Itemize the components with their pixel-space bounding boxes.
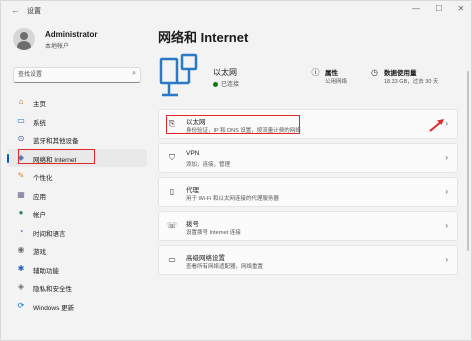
sidebar-item-system[interactable]: ▭ 系统 bbox=[7, 112, 147, 131]
highlight-box-network-nav bbox=[18, 149, 95, 164]
sidebar-item-personalization[interactable]: ✎ 个性化 bbox=[7, 167, 147, 186]
card-vpn[interactable]: ⛉ VPN 添加，连接，管理 › bbox=[158, 143, 458, 173]
chevron-right-icon: › bbox=[445, 153, 448, 162]
accounts-icon: ● bbox=[18, 208, 24, 217]
gaming-icon: ◉ bbox=[17, 245, 25, 254]
sidebar-item-gaming[interactable]: ◉ 游戏 bbox=[7, 241, 147, 260]
properties-title: 属性 bbox=[325, 70, 338, 77]
sidebar-item-apps[interactable]: ▦ 应用 bbox=[7, 186, 147, 205]
avatar-head-shape bbox=[20, 32, 28, 40]
connection-summary: 以太网 已连接 ⓘ 属性 公用网络 ◷ 数据使用量 18.33 GB，过去 30… bbox=[158, 53, 458, 101]
sidebar-item-time-language[interactable]: ◔ 时间和语言 bbox=[7, 223, 147, 242]
avatar-body-shape bbox=[17, 41, 31, 50]
sidebar-item-label: 辅助功能 bbox=[33, 267, 59, 275]
vpn-icon: ⛉ bbox=[169, 153, 175, 162]
card-title: 拨号 bbox=[186, 221, 199, 228]
card-title: 高级网络设置 bbox=[186, 255, 225, 262]
profile-name: Administrator bbox=[45, 30, 98, 39]
sidebar-item-accounts[interactable]: ● 帐户 bbox=[7, 204, 147, 223]
sidebar-item-label: Windows 更新 bbox=[33, 304, 75, 312]
window-title: 设置 bbox=[27, 8, 41, 15]
personalization-icon: ✎ bbox=[17, 171, 25, 180]
sidebar-item-label: 系统 bbox=[33, 119, 46, 127]
back-arrow-icon[interactable]: ← bbox=[11, 5, 20, 15]
windows-update-icon: ⟳ bbox=[17, 300, 25, 310]
settings-window: ← 设置 — ☐ ✕ Administrator 本地帐户 ⌕ ⌂ 主页 ▭ 系… bbox=[0, 0, 472, 341]
settings-cards: ⎘ 以太网 身份验证，IP 和 DNS 设置，按流量计费的网络 › ⛉ VPN … bbox=[158, 109, 458, 279]
active-indicator bbox=[7, 153, 9, 163]
connection-status: 已连接 bbox=[213, 79, 239, 88]
user-profile[interactable]: Administrator 本地帐户 bbox=[13, 27, 153, 51]
system-icon: ▭ bbox=[17, 115, 25, 125]
sidebar-item-label: 个性化 bbox=[33, 175, 53, 182]
close-button[interactable]: ✕ bbox=[451, 4, 471, 13]
page-title: 网络和 Internet bbox=[158, 30, 249, 45]
minimize-button[interactable]: — bbox=[406, 4, 426, 13]
privacy-icon: ◈ bbox=[17, 282, 25, 291]
sidebar-item-label: 时间和语言 bbox=[33, 230, 66, 238]
scrollbar[interactable] bbox=[467, 71, 469, 251]
avatar bbox=[13, 28, 35, 50]
sidebar-nav: ⌂ 主页 ▭ 系统 ⊙ 蓝牙和其他设备 ◆ 网络和 Internet ✎ 个性化… bbox=[1, 93, 153, 315]
ethernet-large-icon bbox=[159, 53, 198, 97]
connection-status-text: 已连接 bbox=[221, 82, 240, 88]
card-title: VPN bbox=[186, 150, 200, 157]
connected-status-dot bbox=[213, 82, 218, 87]
red-pointer-arrow-icon bbox=[429, 119, 444, 132]
accessibility-icon: ✱ bbox=[17, 263, 25, 273]
data-usage-icon: ◷ bbox=[371, 68, 378, 77]
sidebar-item-privacy[interactable]: ◈ 隐私和安全性 bbox=[7, 278, 147, 297]
chevron-right-icon: › bbox=[445, 187, 448, 196]
chevron-right-icon: › bbox=[445, 119, 448, 128]
home-icon: ⌂ bbox=[18, 97, 24, 106]
card-dialup[interactable]: ☏ 拨号 设置拨号 Internet 连接 › bbox=[158, 211, 458, 241]
chevron-right-icon: › bbox=[445, 255, 448, 264]
card-subtitle: 设置拨号 Internet 连接 bbox=[186, 230, 241, 236]
card-advanced-network[interactable]: ▭ 高级网络设置 查看所有网络适配器，网络重置 › bbox=[158, 245, 458, 275]
card-proxy[interactable]: ▯ 代理 用于 Wi-Fi 和以太网连接的代理服务器 › bbox=[158, 177, 458, 207]
sidebar-item-accessibility[interactable]: ✱ 辅助功能 bbox=[7, 260, 147, 279]
proxy-icon: ▯ bbox=[169, 187, 175, 196]
sidebar-item-bluetooth[interactable]: ⊙ 蓝牙和其他设备 bbox=[7, 130, 147, 149]
connection-name: 以太网 bbox=[213, 68, 237, 77]
card-title: 代理 bbox=[186, 187, 199, 194]
data-usage-title: 数据使用量 bbox=[384, 70, 417, 77]
properties-value: 公用网络 bbox=[325, 79, 348, 85]
sidebar-item-label: 蓝牙和其他设备 bbox=[33, 138, 79, 145]
profile-account-type: 本地帐户 bbox=[45, 44, 70, 50]
search-input[interactable] bbox=[18, 70, 126, 80]
sidebar-item-windows-update[interactable]: ⟳ Windows 更新 bbox=[7, 297, 147, 316]
card-subtitle: 用于 Wi-Fi 和以太网连接的代理服务器 bbox=[186, 196, 279, 202]
sidebar-item-label: 隐私和安全性 bbox=[33, 286, 72, 293]
maximize-button[interactable]: ☐ bbox=[429, 4, 449, 13]
sidebar-item-label: 游戏 bbox=[33, 249, 46, 256]
search-box[interactable]: ⌕ bbox=[13, 67, 141, 83]
chevron-right-icon: › bbox=[445, 221, 448, 230]
advanced-network-icon: ▭ bbox=[168, 255, 176, 264]
data-usage-value: 18.33 GB，过去 30 天 bbox=[384, 79, 439, 85]
sidebar-item-label: 应用 bbox=[33, 193, 46, 201]
dialup-icon: ☏ bbox=[167, 221, 178, 230]
highlight-box-ethernet-card bbox=[166, 115, 300, 134]
bluetooth-icon: ⊙ bbox=[17, 134, 25, 143]
title-bar: ← 设置 — ☐ ✕ bbox=[1, 1, 471, 19]
card-subtitle: 查看所有网络适配器，网络重置 bbox=[186, 264, 264, 270]
apps-icon: ▦ bbox=[17, 189, 25, 199]
card-subtitle: 添加，连接，管理 bbox=[186, 162, 231, 168]
sidebar-item-label: 主页 bbox=[33, 101, 46, 108]
info-icon: ⓘ bbox=[311, 68, 320, 77]
time-language-icon: ◔ bbox=[18, 226, 24, 236]
sidebar-item-home[interactable]: ⌂ 主页 bbox=[7, 93, 147, 112]
search-icon: ⌕ bbox=[132, 70, 136, 77]
sidebar-item-label: 帐户 bbox=[33, 212, 46, 219]
